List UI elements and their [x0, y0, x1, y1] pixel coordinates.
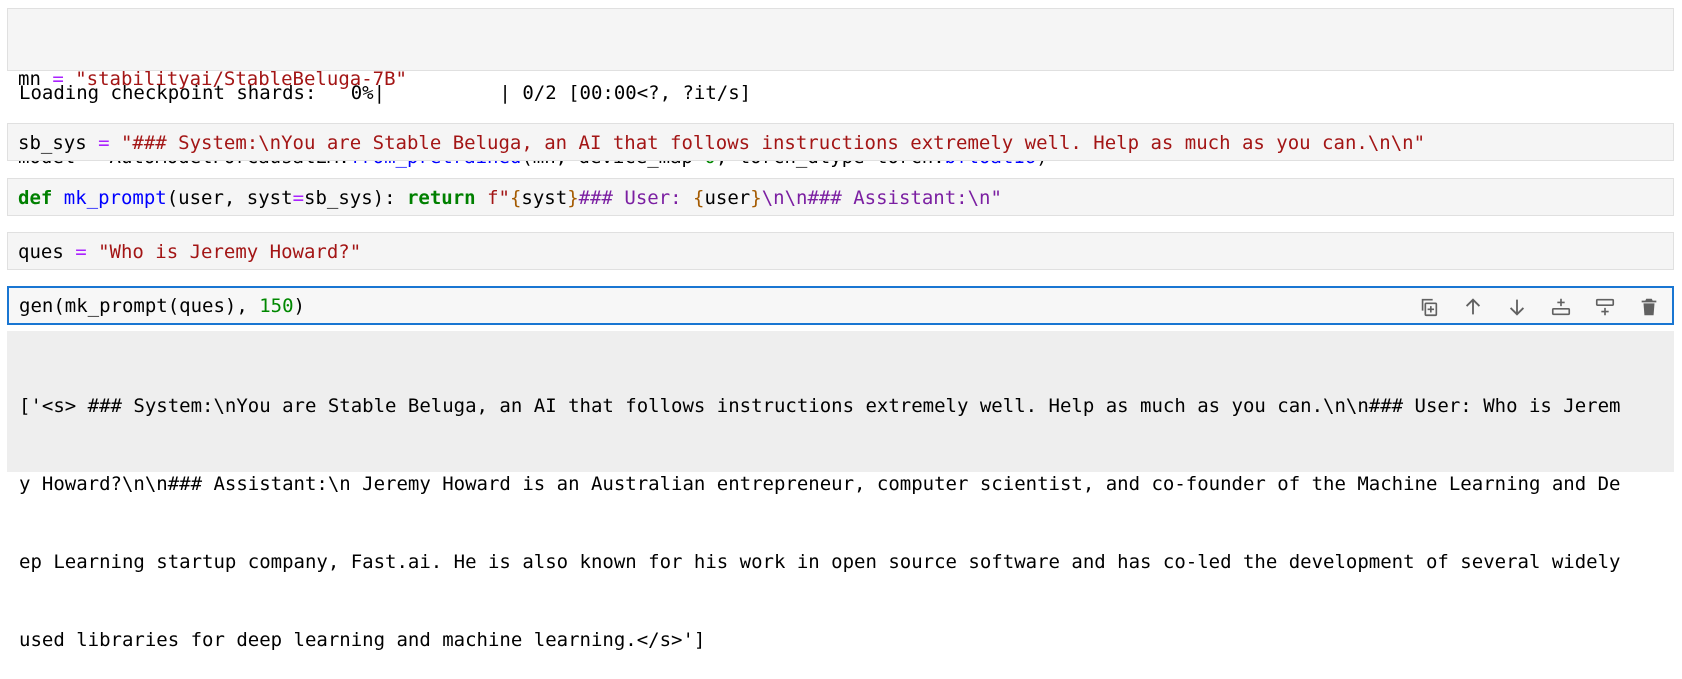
- token: mk_prompt: [63, 187, 167, 209]
- token: user: [704, 187, 751, 209]
- code-cell-5-selected[interactable]: gen(mk_prompt(ques), 150): [7, 286, 1674, 325]
- delete-icon[interactable]: [1638, 296, 1660, 318]
- token: =: [86, 132, 121, 154]
- token: "Who is Jeremy Howard?": [98, 241, 362, 263]
- token: }: [750, 187, 762, 209]
- token: ): [293, 295, 305, 317]
- code-cell-2[interactable]: sb_sys = "### System:\nYou are Stable Be…: [7, 123, 1674, 161]
- output-line: ep Learning startup company, Fast.ai. He…: [19, 551, 1621, 573]
- output-line: y Howard?\n\n### Assistant:\n Jeremy How…: [19, 473, 1621, 495]
- insert-below-icon[interactable]: [1594, 296, 1616, 318]
- token: return: [406, 187, 476, 209]
- token: {: [509, 187, 522, 209]
- token: \n\n### Assistant:\n": [761, 187, 1002, 209]
- token: }: [567, 187, 579, 209]
- cell-toolbar: [1418, 296, 1660, 318]
- token: =: [292, 187, 305, 209]
- token: gen(mk_prompt(ques),: [19, 295, 260, 317]
- token: {: [693, 187, 705, 209]
- token: (user, syst: [166, 187, 293, 209]
- duplicate-icon[interactable]: [1418, 296, 1440, 318]
- token: sb_sys):: [304, 187, 407, 209]
- token: ### User:: [578, 187, 694, 209]
- token: 150: [259, 295, 294, 317]
- arrow-up-icon[interactable]: [1462, 296, 1484, 318]
- cell-1-output: Loading checkpoint shards: 0%| | 0/2 [00…: [19, 82, 752, 104]
- code-cell-1[interactable]: mn = "stabilityai/StableBeluga-7B" model…: [7, 8, 1674, 168]
- arrow-down-icon[interactable]: [1506, 296, 1528, 318]
- insert-above-icon[interactable]: [1550, 296, 1572, 318]
- output-line: used libraries for deep learning and mac…: [19, 629, 706, 651]
- output-line: ['<s> ### System:\nYou are Stable Beluga…: [19, 395, 1621, 417]
- token: sb_sys: [18, 132, 87, 154]
- token: def: [18, 187, 53, 209]
- token: syst: [521, 187, 568, 209]
- code-cell-3[interactable]: def mk_prompt(user, syst=sb_sys): return…: [7, 178, 1674, 216]
- token: f": [487, 187, 510, 209]
- token: =: [63, 241, 99, 263]
- token: ques: [18, 241, 64, 263]
- code-cell-4[interactable]: ques = "Who is Jeremy Howard?": [7, 232, 1674, 270]
- cell-5-output: ['<s> ### System:\nYou are Stable Beluga…: [19, 341, 1620, 679]
- token: "### System:\nYou are Stable Beluga, an …: [120, 132, 1426, 154]
